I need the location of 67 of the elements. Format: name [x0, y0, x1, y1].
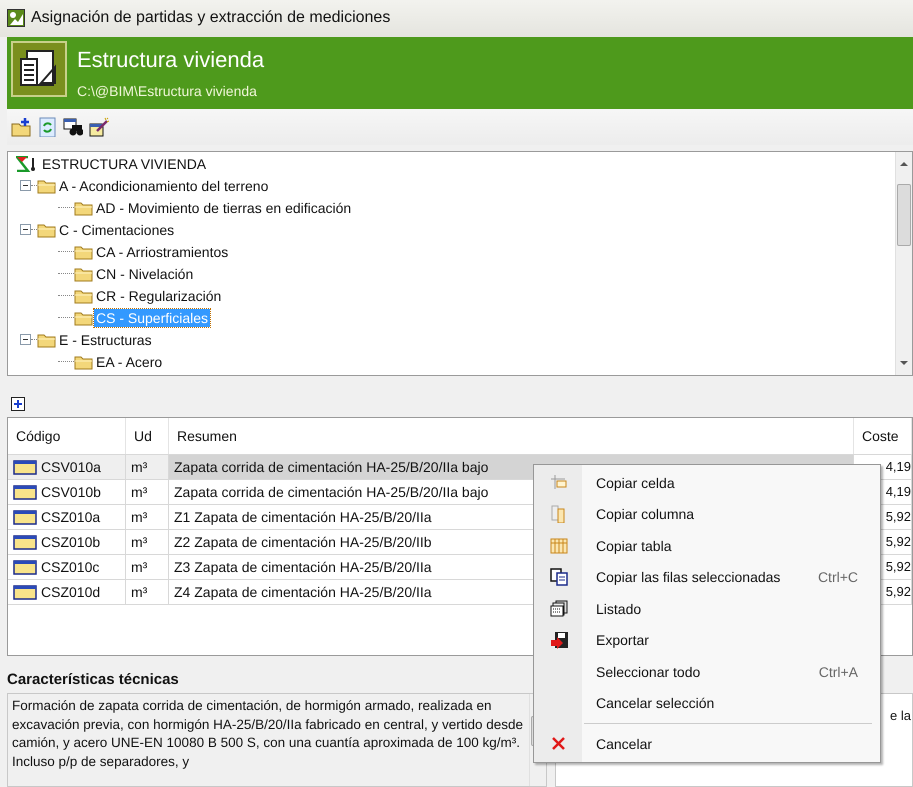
menu-item-label: Copiar columna: [596, 506, 696, 522]
code-text: CSZ010d: [41, 584, 100, 600]
expander-toggle[interactable]: [20, 334, 31, 346]
scroll-thumb[interactable]: [897, 184, 911, 246]
table-cell: m³: [126, 530, 169, 554]
tree-item[interactable]: CR - Regularización: [94, 286, 224, 305]
menu-item-label: Seleccionar todo: [596, 664, 702, 680]
expander-toggle[interactable]: [20, 180, 31, 192]
column-header[interactable]: Código: [8, 418, 126, 454]
document-calculator-icon: [11, 40, 67, 97]
floppy-arrow-icon: [550, 631, 568, 650]
code-text: CSZ010b: [41, 534, 100, 550]
tree-item[interactable]: CA - Arriostramientos: [94, 242, 230, 261]
code-text: CSV010a: [41, 458, 101, 475]
tree-item[interactable]: CN - Nivelación: [94, 264, 196, 283]
tree-item[interactable]: ESTRUCTURA VIVIENDA: [40, 154, 208, 173]
table-cell: m³: [126, 580, 169, 604]
cell-icon: [550, 474, 568, 492]
code-text: CSV010b: [41, 484, 101, 500]
table-cell: m³: [126, 480, 169, 504]
item-icon: [13, 508, 37, 525]
tree-item[interactable]: A - Acondicionamiento del terreno: [57, 176, 270, 195]
app-icon: [7, 9, 25, 28]
menu-item[interactable]: Exportar: [536, 624, 878, 656]
printer-stack-icon: [550, 600, 568, 618]
code-text: CSZ010c: [41, 558, 100, 575]
menu-item-label: Cancelar: [596, 736, 654, 752]
shortcut-text: Ctrl+A: [818, 664, 859, 680]
add-icon: [10, 396, 26, 412]
menu-item-label: Exportar: [596, 632, 650, 648]
new-folder-icon: [11, 116, 31, 137]
menu-item-label: Cancelar selección: [596, 695, 716, 712]
item-icon: [13, 484, 37, 500]
menu-item-label: Copiar tabla: [596, 538, 672, 554]
project-title: Estructura vivienda: [77, 46, 264, 73]
code-text: CSZ010a: [41, 508, 100, 525]
copy-pages-icon: [550, 568, 568, 586]
table-cell: m³: [126, 504, 169, 529]
item-icon: [13, 584, 37, 600]
item-icon: [13, 558, 37, 575]
column-header[interactable]: Coste: [854, 418, 912, 454]
expander-toggle[interactable]: [20, 224, 31, 236]
tree-item[interactable]: EA - Acero: [94, 352, 164, 371]
magic-wand-icon: [89, 116, 109, 137]
structure-icon: [16, 156, 38, 172]
tree-item[interactable]: AD - Movimiento de tierras en edificación: [94, 198, 354, 217]
menu-item[interactable]: Cancelar: [536, 728, 878, 760]
section-heading: Características técnicas: [7, 671, 179, 690]
menu-item[interactable]: Cancelar selección: [536, 688, 878, 719]
project-path: C:\@BIM\Estructura vivienda: [77, 82, 258, 99]
window-title: Asignación de partidas y extracción de mediciones: [31, 9, 390, 28]
scrollbar[interactable]: [895, 152, 912, 375]
column-header[interactable]: Ud: [126, 418, 169, 454]
column-header[interactable]: Resumen: [169, 418, 854, 454]
item-icon: [13, 534, 37, 550]
side-text: e la: [890, 708, 911, 723]
table-cell: m³: [126, 454, 169, 479]
table-cell: m³: [126, 554, 169, 579]
refresh-icon: [37, 116, 57, 137]
menu-item[interactable]: Seleccionar todo Ctrl+A: [536, 656, 878, 688]
tree-item[interactable]: E - Estructuras: [57, 330, 154, 349]
table-icon: [550, 536, 568, 555]
magic-wand-button[interactable]: [87, 114, 111, 139]
binoculars-icon: [63, 116, 83, 137]
item-icon: [13, 458, 37, 475]
description-text: Formación de zapata corrida de cimentación, de hormigón armado, realizada en excavación previa, con hormigón HA-25/B/20/IIa fabricado en central, y vertido desde camión, y acero UNE-EN 10080 B 500 S, con una cuantía aproximada de 100 kg/m³. Incluso p/p de separadores, y: [11, 697, 524, 771]
tree-item[interactable]: C - Cimentaciones: [57, 220, 176, 239]
